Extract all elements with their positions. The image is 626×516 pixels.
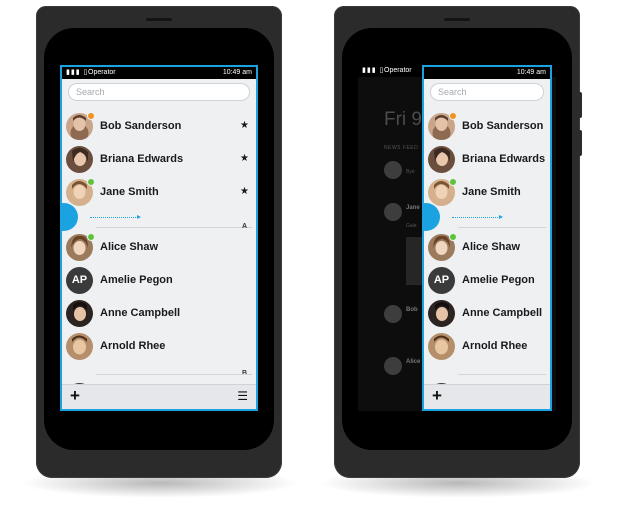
contact-name: Alice Shaw [100, 241, 159, 253]
contact-name: Bob Sanderson [462, 120, 544, 132]
volume-button [578, 130, 582, 156]
avatar [66, 333, 93, 360]
contact-name: Briana Edwards [462, 153, 546, 165]
contact-row[interactable]: Alice Shaw [62, 233, 256, 263]
contact-row[interactable]: Jane Smith [424, 178, 550, 208]
favorite-star-icon[interactable]: ★ [240, 153, 249, 164]
contact-row[interactable]: Arnold Rhee [424, 332, 550, 362]
volume-button [578, 92, 582, 118]
divider [96, 227, 252, 228]
divider [96, 374, 252, 375]
feed-name: Bob [406, 307, 418, 313]
presence-online-icon [87, 178, 95, 186]
feed-avatar [384, 357, 402, 375]
avatar [428, 333, 455, 360]
contact-row[interactable]: Alice Shaw [424, 233, 550, 263]
favorite-star-icon[interactable]: ★ [240, 186, 249, 197]
status-bar: 10:49 am [424, 67, 550, 79]
add-contact-button[interactable]: + [70, 387, 80, 405]
feed-avatar [384, 161, 402, 179]
presence-online-icon [449, 233, 457, 241]
feed-text: Bye [406, 169, 415, 175]
divider [458, 227, 546, 228]
menu-icon[interactable]: ☰ [237, 389, 248, 403]
feed-name: Alice [406, 359, 421, 365]
phone-right: ▮▮▮ ▯ Operator Fri 9 NEWS FEED Bye Jane … [334, 6, 582, 478]
presence-online-icon [449, 178, 457, 186]
feed-avatar [384, 203, 402, 221]
bottom-toolbar: + ☰ [62, 384, 256, 409]
operator-label: Operator [384, 67, 412, 74]
status-bar: ▮▮▮ ▯ Operator 10:49 am [62, 67, 256, 79]
swipe-arrow-icon [90, 215, 141, 219]
contact-name: Anne Campbell [100, 307, 181, 319]
earpiece [444, 18, 470, 21]
avatar [66, 146, 93, 173]
add-contact-button[interactable]: + [432, 387, 442, 405]
clock: 10:49 am [516, 69, 546, 76]
presence-away-icon [449, 112, 457, 120]
earpiece [146, 18, 172, 21]
contact-row[interactable]: Briana Edwards ★ [62, 145, 256, 175]
presence-online-icon [87, 233, 95, 241]
contact-name: Jane Smith [100, 186, 159, 198]
contact-row[interactable]: Anne Campbell [424, 299, 550, 329]
clock: 10:49 am [222, 69, 252, 76]
contact-row[interactable]: Bob Sanderson ★ [62, 112, 256, 142]
contacts-screen: ▮▮▮ ▯ Operator 10:49 am Search Bob Sande… [60, 65, 258, 411]
swipe-arrow-icon [452, 215, 503, 219]
signal-battery-icon: ▮▮▮ ▯ [66, 69, 89, 76]
avatar-initials: AP [66, 267, 93, 294]
contact-row[interactable]: Anne Campbell [62, 299, 256, 329]
contact-name: Arnold Rhee [462, 340, 528, 352]
contact-name: Amelie Pegon [100, 274, 173, 286]
contact-name: Jane Smith [462, 186, 521, 198]
contact-name: Briana Edwards [100, 153, 184, 165]
contact-row[interactable]: Jane Smith ★ [62, 178, 256, 208]
bottom-toolbar: + [424, 384, 550, 409]
feed-label: NEWS FEED [384, 145, 419, 151]
contact-name: Alice Shaw [462, 241, 521, 253]
contact-name: Anne Campbell [462, 307, 543, 319]
feed-text: Gale [406, 223, 417, 229]
avatar [66, 300, 93, 327]
feed-avatar [384, 305, 402, 323]
search-input[interactable]: Search [68, 83, 250, 101]
contact-row[interactable]: Bob Sanderson [424, 112, 550, 142]
contact-name: Arnold Rhee [100, 340, 166, 352]
contact-name: Amelie Pegon [462, 274, 535, 286]
contact-row[interactable]: Arnold Rhee [62, 332, 256, 362]
contact-row[interactable]: AP Amelie Pegon [424, 266, 550, 296]
divider [458, 374, 546, 375]
section-index-a: A [241, 223, 247, 230]
contact-row[interactable]: AP Amelie Pegon [62, 266, 256, 296]
contact-row[interactable]: Briana Edwards [424, 145, 550, 175]
search-input[interactable]: Search [430, 83, 544, 101]
avatar-initials: AP [428, 267, 455, 294]
contacts-screen-sliding[interactable]: 10:49 am Search Bob Sanderson Briana Edw… [422, 65, 552, 411]
signal-battery-icon: ▮▮▮ ▯ [362, 67, 385, 74]
contact-name: Bob Sanderson [100, 120, 182, 132]
favorite-star-icon[interactable]: ★ [240, 120, 249, 131]
operator-label: Operator [88, 69, 116, 76]
avatar [428, 300, 455, 327]
phone-left: ▮▮▮ ▯ Operator 10:49 am Search Bob Sande… [36, 6, 282, 478]
feed-name: Jane [406, 205, 420, 211]
feed-day: Fri 9 [384, 109, 422, 130]
avatar [428, 146, 455, 173]
presence-away-icon [87, 112, 95, 120]
